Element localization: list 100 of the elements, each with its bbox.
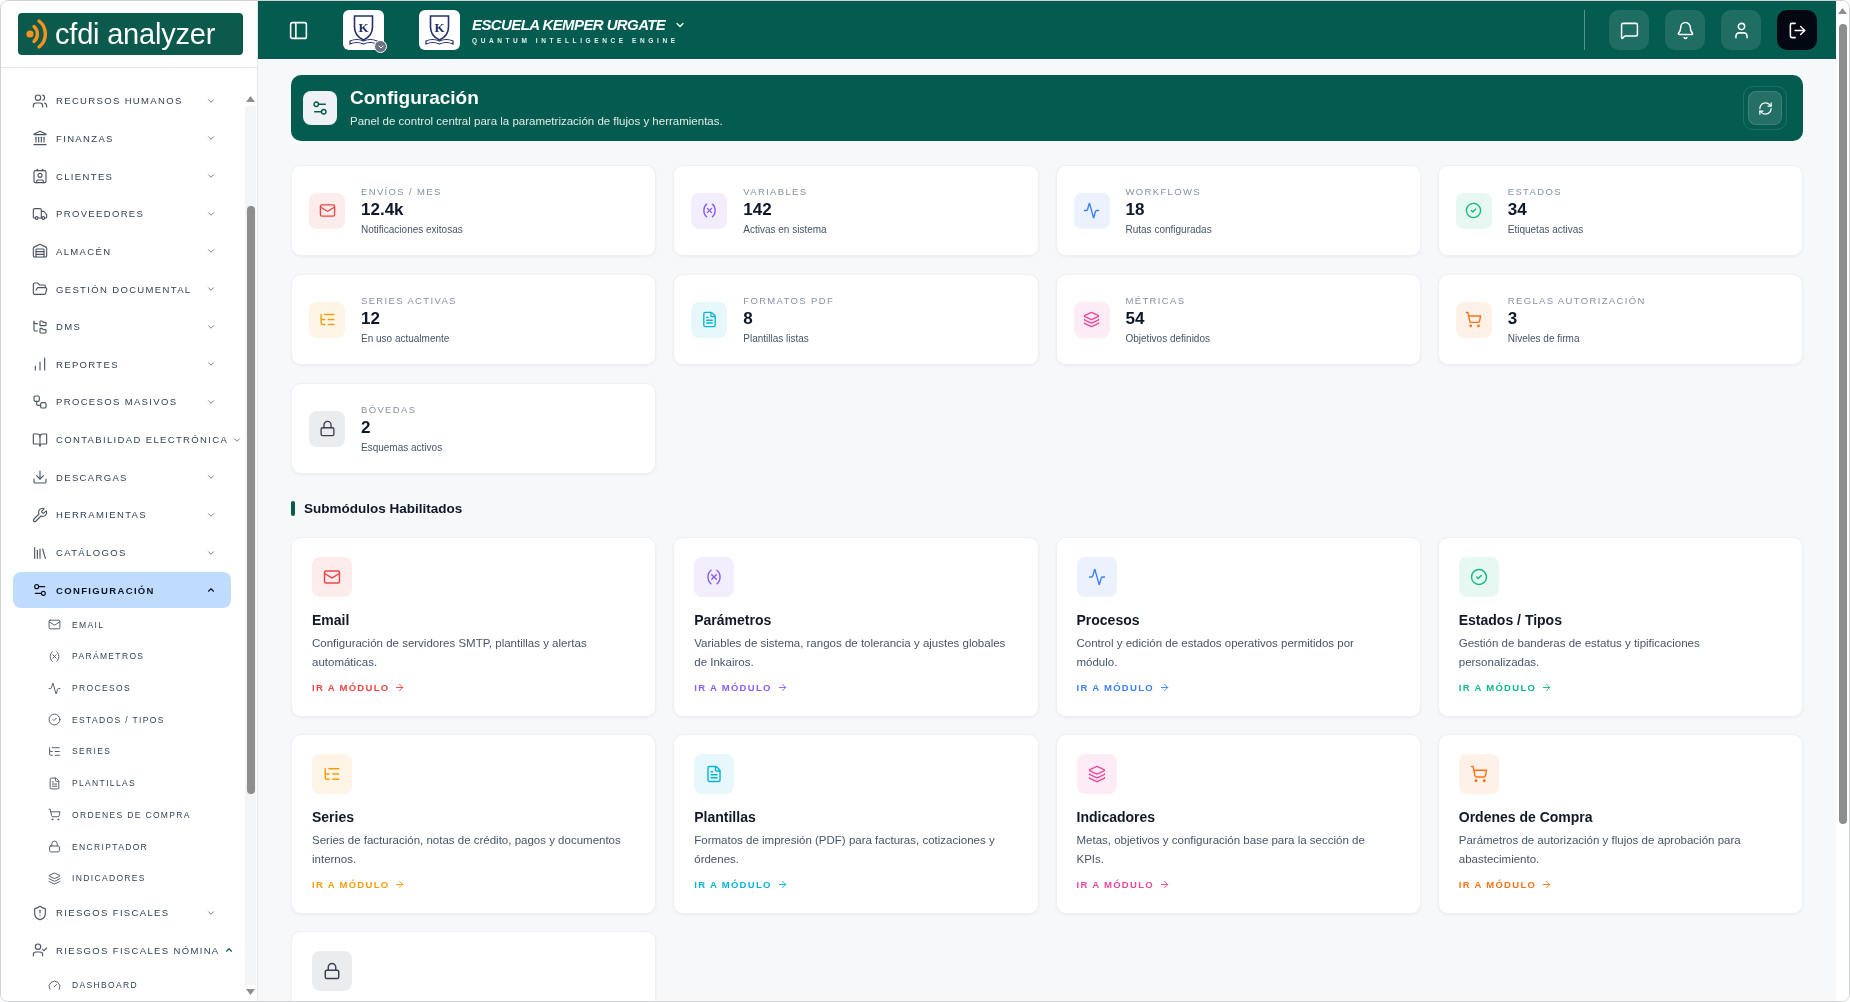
stat-note: Notificaciones exitosas (361, 224, 463, 236)
arrow-right-icon (1541, 878, 1553, 890)
nav-subitem[interactable]: SERIES (13, 735, 231, 768)
gauge-icon (48, 978, 61, 992)
envelope-icon (48, 618, 61, 632)
module-link[interactable]: IR A MÓDULO (694, 681, 788, 693)
module-title: Ordenes de Compra (1458, 809, 1593, 826)
nav-subitem[interactable]: EMAIL (13, 608, 231, 641)
module-title: Estados / Tipos (1458, 612, 1562, 629)
nav-item[interactable]: HERRAMIENTAS (13, 497, 231, 533)
stat-note: Activas en sistema (743, 224, 827, 236)
nav-item[interactable]: DESCARGAS (13, 459, 231, 496)
scrollbar-thumb[interactable] (246, 206, 255, 794)
nav-item[interactable]: DMS (13, 308, 231, 345)
module-description: Variables de sistema, rangos de tolerancia y ajustes globales de Inkairos. (694, 635, 1007, 670)
brand-name: cfdi analyzer (55, 19, 216, 49)
nav-subitem[interactable]: PARÁMETROS (13, 640, 231, 673)
arrow-right-icon (776, 878, 788, 890)
sliders-icon (303, 91, 337, 125)
lock-icon (48, 840, 61, 853)
bar-chart-icon (32, 356, 48, 373)
profile-button[interactable] (1721, 10, 1761, 50)
folder-icon (32, 281, 48, 297)
stat-label: REGLAS AUTORIZACIÓN (1507, 294, 1646, 306)
nav-subitem[interactable]: ENCRIPTADOR (13, 830, 231, 863)
section-title: Submódulos Habilitados (304, 501, 463, 516)
module-link[interactable]: IR A MÓDULO (312, 681, 406, 693)
stat-note: En uso actualmente (361, 333, 451, 345)
stat-note: Plantillas listas (743, 333, 810, 345)
nav-item[interactable]: REPORTES (13, 346, 231, 383)
nav-subitem[interactable]: ESTADOS / TIPOS (13, 704, 231, 736)
notifications-button[interactable] (1665, 10, 1705, 50)
stat-label: ESTADOS (1507, 185, 1563, 197)
warehouse-icon (32, 243, 48, 260)
stat-value: 2 (361, 418, 372, 438)
scroll-up-icon[interactable] (246, 96, 255, 102)
nav-subitem[interactable]: DASHBOARD (13, 969, 231, 1001)
truck-icon (32, 205, 48, 222)
stat-value: 8 (743, 309, 754, 329)
scroll-down-icon[interactable] (246, 989, 255, 995)
chevron-down-icon[interactable] (206, 284, 216, 294)
stat-note: Etiquetas activas (1507, 224, 1584, 236)
nav-item[interactable]: RECURSOS HUMANOS (13, 83, 231, 119)
stat-value: 12 (361, 309, 381, 329)
chat-bubble-icon (1619, 20, 1639, 40)
module-description: Parámetros de autorización y flujos de aprobación para abastecimiento. (1458, 832, 1742, 867)
module-link[interactable]: IR A MÓDULO (1076, 681, 1170, 693)
nav-subitem[interactable]: PLANTILLAS (13, 767, 231, 799)
stat-value: 54 (1125, 309, 1146, 329)
nav-item[interactable]: GESTIÓN DOCUMENTAL (13, 271, 231, 307)
scrollbar-thumb[interactable] (1838, 24, 1847, 824)
school-name: ESCUELA KEMPER URGATE (472, 16, 666, 33)
nav-item[interactable]: CONTABILIDAD ELECTRÓNICA (13, 421, 244, 458)
module-link[interactable]: IR A MÓDULO (1076, 878, 1170, 890)
module-description: Gestión de banderas de estatus y tipificaciones personalizadas. (1458, 635, 1701, 670)
pulse-icon (48, 681, 61, 695)
nav-item[interactable]: FINANZAS (13, 120, 231, 157)
module-description: Series de facturación, notas de crédito, pagos y documentos internos. (312, 832, 622, 867)
stat-label: WORKFLOWS (1125, 185, 1202, 197)
nav-item[interactable]: ALMACÉN (13, 233, 231, 270)
nav-item[interactable]: CATÁLOGOS (13, 534, 231, 571)
page-subtitle: Panel de control central para la parametrización de flujos y herramientas. (350, 114, 723, 129)
refresh-icon (1757, 100, 1773, 116)
nav-item[interactable]: PROCESOS MASIVOS (13, 384, 231, 420)
workflow-icon (32, 393, 48, 410)
book-icon (32, 431, 48, 448)
logout-icon (1787, 20, 1807, 40)
module-title: Plantillas (694, 809, 756, 826)
library-icon (32, 544, 48, 561)
stat-value: 34 (1507, 200, 1528, 220)
stat-label: BÓVEDAS (361, 403, 418, 415)
nav-item[interactable]: CONFIGURACIÓN (13, 572, 231, 608)
nav-item[interactable]: RIESGOS FISCALES (13, 895, 231, 931)
document-icon (48, 776, 61, 790)
school-switcher-button[interactable]: K (343, 10, 384, 50)
refresh-button[interactable] (1743, 86, 1787, 130)
layers-icon (48, 871, 61, 885)
nav-item[interactable]: PROVEEDORES (13, 195, 231, 232)
stat-note: Esquemas activos (361, 442, 443, 454)
nav-item[interactable]: CLIENTES (13, 158, 231, 194)
wrench-icon (32, 506, 48, 523)
nav-item[interactable]: RIESGOS FISCALES NÓMINA (13, 932, 235, 969)
logout-button[interactable] (1777, 10, 1817, 50)
arrow-right-icon (394, 878, 406, 890)
user-check-icon (32, 942, 48, 959)
stat-value: 12.4k (361, 200, 405, 220)
messages-button[interactable] (1609, 10, 1649, 50)
chevron-badge-icon (374, 40, 387, 53)
school-crest-logo: K (419, 10, 460, 50)
module-description: Configuración de servidores SMTP, plantillas y alertas automáticas. (312, 635, 588, 670)
nav-subitem[interactable]: ORDENES DE COMPRA (13, 799, 231, 831)
nav-subitem[interactable]: INDICADORES (13, 862, 231, 894)
download-icon (32, 469, 48, 486)
arrow-right-icon (1158, 878, 1170, 890)
cart-icon (48, 808, 61, 822)
check-circle-icon (48, 713, 61, 727)
arrow-right-icon (776, 681, 788, 693)
scroll-up-icon[interactable] (1838, 8, 1847, 14)
arrow-right-icon (1158, 681, 1170, 693)
nav-subitem[interactable]: PROCESOS (13, 672, 231, 704)
